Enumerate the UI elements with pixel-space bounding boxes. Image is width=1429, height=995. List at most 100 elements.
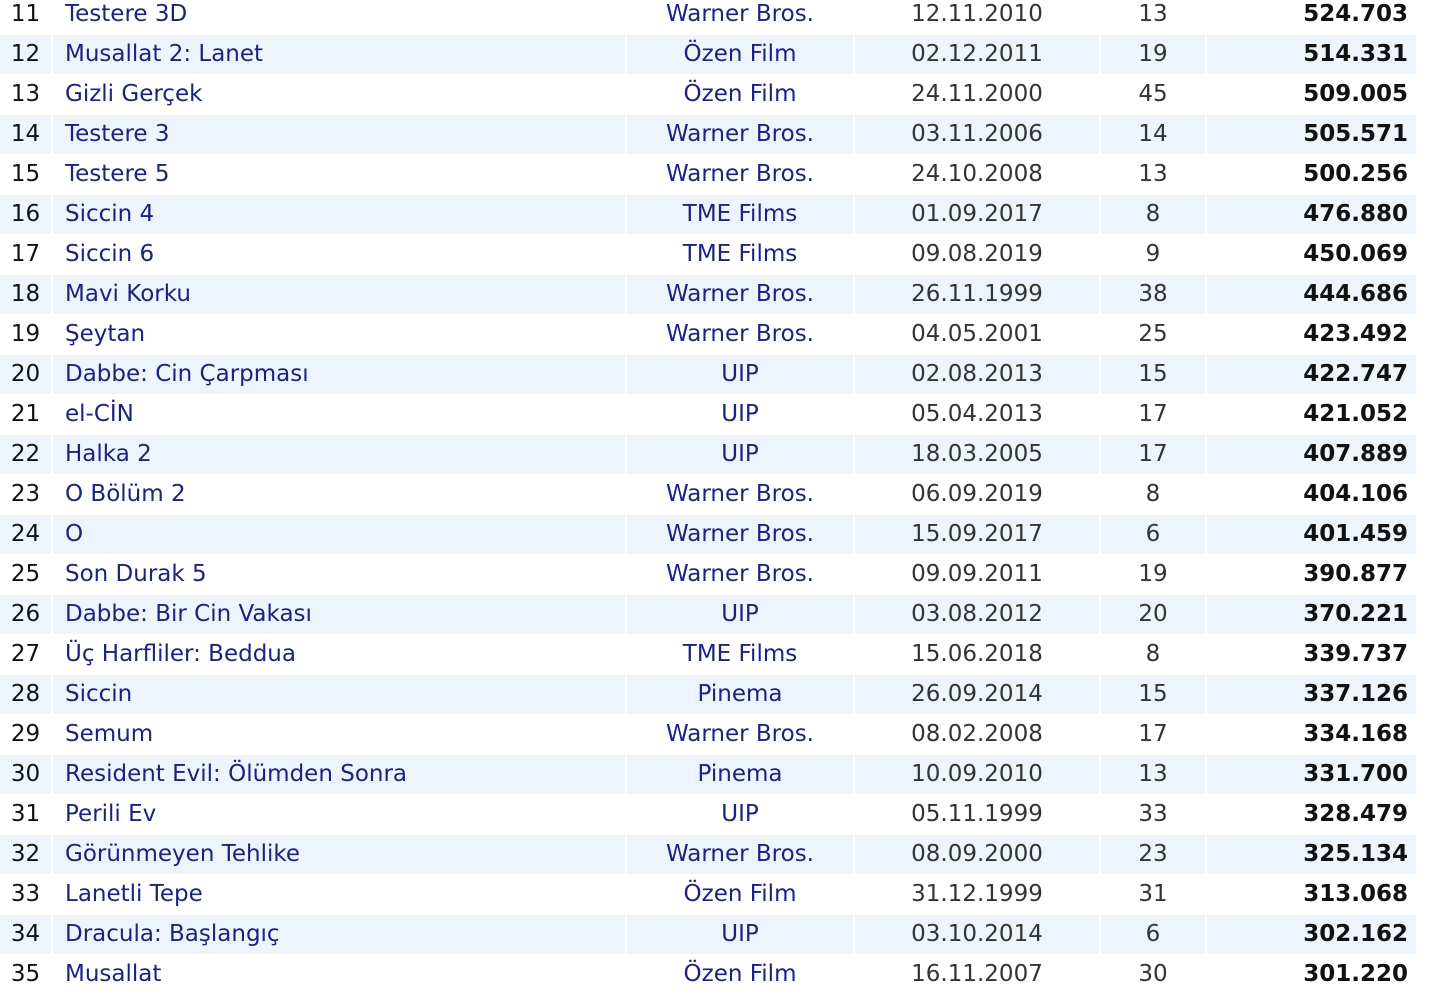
distributor-link[interactable]: Özen Film bbox=[626, 74, 855, 115]
film-title-link[interactable]: Şeytan bbox=[52, 314, 627, 355]
weeks-cell: 17 bbox=[1100, 714, 1207, 755]
table-row: 23 O Bölüm 2 Warner Bros. 06.09.2019 8 404.10… bbox=[0, 474, 1418, 515]
film-title-link[interactable]: Testere 3 bbox=[52, 114, 627, 155]
admissions-cell: 313.068 bbox=[1206, 874, 1418, 915]
rank-cell: 18 bbox=[0, 274, 53, 315]
film-title-link[interactable]: Testere 5 bbox=[52, 154, 627, 195]
distributor-link[interactable]: Warner Bros. bbox=[626, 0, 855, 35]
weeks-cell: 13 bbox=[1100, 0, 1207, 35]
admissions-cell: 505.571 bbox=[1206, 114, 1418, 155]
rank-cell: 22 bbox=[0, 434, 53, 475]
distributor-link[interactable]: Warner Bros. bbox=[626, 834, 855, 875]
film-title-link[interactable]: Siccin bbox=[52, 674, 627, 715]
rank-cell: 34 bbox=[0, 914, 53, 955]
weeks-cell: 8 bbox=[1100, 634, 1207, 675]
film-title-link[interactable]: el-CİN bbox=[52, 394, 627, 435]
weeks-cell: 23 bbox=[1100, 834, 1207, 875]
film-title-link[interactable]: Dabbe: Cin Çarpması bbox=[52, 354, 627, 395]
admissions-cell: 339.737 bbox=[1206, 634, 1418, 675]
film-title-link[interactable]: Siccin 4 bbox=[52, 194, 627, 235]
distributor-link[interactable]: TME Films bbox=[626, 234, 855, 275]
release-date-cell: 31.12.1999 bbox=[854, 874, 1101, 915]
rank-cell: 11 bbox=[0, 0, 53, 35]
film-title-link[interactable]: Görünmeyen Tehlike bbox=[52, 834, 627, 875]
release-date-cell: 24.10.2008 bbox=[854, 154, 1101, 195]
film-title-link[interactable]: Dabbe: Bir Cin Vakası bbox=[52, 594, 627, 635]
film-title-link[interactable]: Üç Harfliler: Beddua bbox=[52, 634, 627, 675]
release-date-cell: 24.11.2000 bbox=[854, 74, 1101, 115]
distributor-link[interactable]: Warner Bros. bbox=[626, 474, 855, 515]
distributor-link[interactable]: Warner Bros. bbox=[626, 114, 855, 155]
table-row: 21 el-CİN UIP 05.04.2013 17 421.052 bbox=[0, 394, 1418, 435]
distributor-link[interactable]: UIP bbox=[626, 394, 855, 435]
film-title-link[interactable]: Mavi Korku bbox=[52, 274, 627, 315]
admissions-cell: 390.877 bbox=[1206, 554, 1418, 595]
rank-cell: 30 bbox=[0, 754, 53, 795]
film-title-link[interactable]: O bbox=[52, 514, 627, 555]
table-row: 18 Mavi Korku Warner Bros. 26.11.1999 38 444.… bbox=[0, 274, 1418, 315]
rank-cell: 24 bbox=[0, 514, 53, 555]
distributor-link[interactable]: UIP bbox=[626, 434, 855, 475]
table-row: 12 Musallat 2: Lanet Özen Film 02.12.2011 19… bbox=[0, 34, 1418, 75]
distributor-link[interactable]: Warner Bros. bbox=[626, 514, 855, 555]
weeks-cell: 14 bbox=[1100, 114, 1207, 155]
rank-cell: 19 bbox=[0, 314, 53, 355]
film-title-link[interactable]: Dracula: Başlangıç bbox=[52, 914, 627, 955]
rank-cell: 12 bbox=[0, 34, 53, 75]
release-date-cell: 16.11.2007 bbox=[854, 954, 1101, 995]
distributor-link[interactable]: UIP bbox=[626, 794, 855, 835]
weeks-cell: 19 bbox=[1100, 554, 1207, 595]
release-date-cell: 26.11.1999 bbox=[854, 274, 1101, 315]
distributor-link[interactable]: Özen Film bbox=[626, 34, 855, 75]
admissions-cell: 331.700 bbox=[1206, 754, 1418, 795]
release-date-cell: 04.05.2001 bbox=[854, 314, 1101, 355]
rank-cell: 26 bbox=[0, 594, 53, 635]
distributor-link[interactable]: UIP bbox=[626, 354, 855, 395]
distributor-link[interactable]: Warner Bros. bbox=[626, 154, 855, 195]
release-date-cell: 01.09.2017 bbox=[854, 194, 1101, 235]
distributor-link[interactable]: Pinema bbox=[626, 754, 855, 795]
film-title-link[interactable]: Lanetli Tepe bbox=[52, 874, 627, 915]
release-date-cell: 12.11.2010 bbox=[854, 0, 1101, 35]
distributor-link[interactable]: Warner Bros. bbox=[626, 554, 855, 595]
rank-cell: 25 bbox=[0, 554, 53, 595]
film-title-link[interactable]: Resident Evil: Ölümden Sonra bbox=[52, 754, 627, 795]
film-title-link[interactable]: Testere 3D bbox=[52, 0, 627, 35]
admissions-cell: 450.069 bbox=[1206, 234, 1418, 275]
film-title-link[interactable]: Gizli Gerçek bbox=[52, 74, 627, 115]
distributor-link[interactable]: TME Films bbox=[626, 634, 855, 675]
release-date-cell: 10.09.2010 bbox=[854, 754, 1101, 795]
distributor-link[interactable]: UIP bbox=[626, 914, 855, 955]
film-title-link[interactable]: O Bölüm 2 bbox=[52, 474, 627, 515]
film-title-link[interactable]: Musallat 2: Lanet bbox=[52, 34, 627, 75]
rank-cell: 15 bbox=[0, 154, 53, 195]
film-title-link[interactable]: Perili Ev bbox=[52, 794, 627, 835]
weeks-cell: 45 bbox=[1100, 74, 1207, 115]
distributor-link[interactable]: Pinema bbox=[626, 674, 855, 715]
distributor-link[interactable]: TME Films bbox=[626, 194, 855, 235]
distributor-link[interactable]: Özen Film bbox=[626, 954, 855, 995]
film-title-link[interactable]: Musallat bbox=[52, 954, 627, 995]
weeks-cell: 15 bbox=[1100, 354, 1207, 395]
table-row: 11 Testere 3D Warner Bros. 12.11.2010 13 524.… bbox=[0, 0, 1418, 35]
distributor-link[interactable]: Warner Bros. bbox=[626, 714, 855, 755]
film-title-link[interactable]: Halka 2 bbox=[52, 434, 627, 475]
distributor-link[interactable]: UIP bbox=[626, 594, 855, 635]
admissions-cell: 444.686 bbox=[1206, 274, 1418, 315]
distributor-link[interactable]: Özen Film bbox=[626, 874, 855, 915]
rank-cell: 14 bbox=[0, 114, 53, 155]
admissions-cell: 301.220 bbox=[1206, 954, 1418, 995]
film-title-link[interactable]: Siccin 6 bbox=[52, 234, 627, 275]
admissions-cell: 500.256 bbox=[1206, 154, 1418, 195]
film-title-link[interactable]: Son Durak 5 bbox=[52, 554, 627, 595]
weeks-cell: 15 bbox=[1100, 674, 1207, 715]
weeks-cell: 17 bbox=[1100, 434, 1207, 475]
rank-cell: 13 bbox=[0, 74, 53, 115]
distributor-link[interactable]: Warner Bros. bbox=[626, 314, 855, 355]
box-office-table: 11 Testere 3D Warner Bros. 12.11.2010 13 524.… bbox=[0, 0, 1418, 995]
distributor-link[interactable]: Warner Bros. bbox=[626, 274, 855, 315]
film-title-link[interactable]: Semum bbox=[52, 714, 627, 755]
release-date-cell: 03.11.2006 bbox=[854, 114, 1101, 155]
release-date-cell: 02.12.2011 bbox=[854, 34, 1101, 75]
weeks-cell: 25 bbox=[1100, 314, 1207, 355]
